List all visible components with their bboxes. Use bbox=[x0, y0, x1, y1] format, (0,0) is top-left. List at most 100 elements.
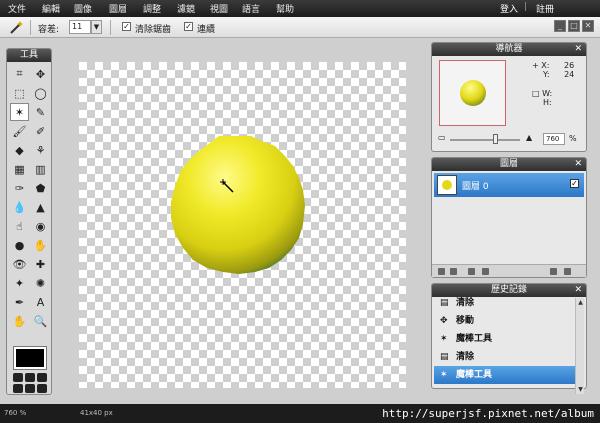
sharpen-icon[interactable]: ▲ bbox=[31, 198, 50, 216]
hand-icon[interactable]: ✋ bbox=[10, 312, 29, 330]
sponge-icon[interactable]: ◉ bbox=[31, 217, 50, 235]
trash-icon[interactable] bbox=[564, 268, 571, 275]
navigator-panel: 導航器 ✕ + X: 26 Y: 24 □ W: H: ▭ ▲ 760 % bbox=[431, 42, 587, 152]
zoom-slider-track[interactable] bbox=[450, 139, 520, 141]
history-item[interactable]: ✶ 魔棒工具 bbox=[434, 330, 575, 348]
crop-icon[interactable]: ⌗ bbox=[10, 65, 29, 83]
status-bar: 760 % 41x40 px http://superjsf.pixnet.ne… bbox=[0, 404, 600, 423]
magic-wand-icon: ✶ bbox=[440, 370, 448, 380]
foreground-color-swatch[interactable] bbox=[13, 346, 47, 370]
zoom-bar: ▭ ▲ 760 % bbox=[438, 133, 580, 147]
menu-layer[interactable]: 圖層 bbox=[109, 2, 127, 15]
maximize-icon[interactable]: □ bbox=[568, 20, 580, 32]
close-icon[interactable]: ✕ bbox=[574, 284, 582, 297]
zoom-slider-thumb[interactable] bbox=[493, 134, 499, 144]
brush-icon[interactable]: 🖌 bbox=[10, 122, 29, 140]
history-item[interactable]: ▤ 清除 bbox=[434, 348, 575, 366]
layers-title: 圖層 ✕ bbox=[432, 158, 586, 171]
close-icon[interactable]: ✕ bbox=[582, 20, 594, 32]
layer-visibility-checkbox[interactable]: ✓ bbox=[570, 179, 579, 188]
layer-row[interactable]: 圖層 0 ✓ bbox=[434, 173, 584, 197]
mode-button[interactable] bbox=[13, 373, 23, 382]
x-label: X: bbox=[541, 61, 550, 70]
menubar: 文件 編輯 圖像 圖層 調整 濾鏡 視圖 語言 幫助 登入 | 註冊 bbox=[0, 0, 600, 17]
eraser-icon[interactable]: ✐ bbox=[31, 122, 50, 140]
menu-adjust[interactable]: 調整 bbox=[143, 2, 161, 15]
mode-button[interactable] bbox=[25, 373, 35, 382]
history-scrollbar[interactable]: ▲ ▼ bbox=[575, 298, 584, 394]
history-item-selected[interactable]: ✶ 魔棒工具 bbox=[434, 366, 575, 384]
menu-language[interactable]: 語言 bbox=[242, 2, 260, 15]
blur-icon[interactable]: 💧 bbox=[10, 198, 29, 216]
mode-button[interactable] bbox=[25, 384, 35, 393]
mode-button[interactable] bbox=[13, 384, 23, 393]
antialias-checkbox[interactable]: ✓ bbox=[122, 22, 131, 31]
pencil-icon[interactable]: ✎ bbox=[31, 103, 50, 121]
chevron-down-icon[interactable]: ▼ bbox=[91, 20, 102, 34]
menu-image[interactable]: 圖像 bbox=[74, 2, 92, 15]
mode-button[interactable] bbox=[37, 373, 47, 382]
menu-view[interactable]: 視圖 bbox=[210, 2, 228, 15]
zoom-icon[interactable]: 🔍 bbox=[31, 312, 50, 330]
burn-icon[interactable]: ✋ bbox=[31, 236, 50, 254]
bucket-icon[interactable]: ◆ bbox=[10, 141, 29, 159]
smudge-icon[interactable]: ☝ bbox=[10, 217, 29, 235]
crosshair-icon: + bbox=[532, 61, 539, 70]
layers-footer bbox=[432, 264, 586, 277]
image-canvas[interactable] bbox=[79, 62, 406, 388]
bloat-icon[interactable]: ✦ bbox=[10, 274, 29, 292]
contiguous-label: 連續 bbox=[197, 25, 216, 35]
history-item[interactable]: ▤ 清除 bbox=[434, 294, 575, 312]
watermark-url: http://superjsf.pixnet.net/album bbox=[382, 407, 594, 420]
scroll-down-icon[interactable]: ▼ bbox=[576, 385, 585, 394]
zoom-input[interactable]: 760 bbox=[543, 133, 565, 145]
layer-mask-icon[interactable] bbox=[468, 268, 475, 275]
gradient-icon[interactable]: ▦ bbox=[10, 160, 29, 178]
minimize-icon[interactable]: _ bbox=[554, 20, 566, 32]
magic-wand-icon[interactable] bbox=[8, 20, 24, 35]
h-label: H: bbox=[543, 98, 552, 107]
login-link[interactable]: 登入 bbox=[500, 2, 518, 15]
menu-edit[interactable]: 編輯 bbox=[42, 2, 60, 15]
close-icon[interactable]: ✕ bbox=[574, 43, 582, 56]
magic-wand-icon[interactable]: ✶ bbox=[10, 103, 29, 121]
layer-effect-icon[interactable] bbox=[450, 268, 457, 275]
contiguous-checkbox[interactable]: ✓ bbox=[184, 22, 193, 31]
marquee-icon[interactable]: ⬚ bbox=[10, 84, 29, 102]
zoom-in-icon[interactable]: ▲ bbox=[526, 133, 532, 142]
mode-button[interactable] bbox=[37, 384, 47, 393]
layer-adjust-icon[interactable] bbox=[482, 268, 489, 275]
spot-heal-icon[interactable]: ✚ bbox=[31, 255, 50, 273]
menu-help[interactable]: 幫助 bbox=[276, 2, 294, 15]
zoom-unit: % bbox=[569, 134, 577, 143]
menu-filter[interactable]: 濾鏡 bbox=[177, 2, 195, 15]
new-layer-icon[interactable] bbox=[550, 268, 557, 275]
stamp-icon[interactable]: ⚘ bbox=[31, 141, 50, 159]
redeye-icon[interactable]: 👁 bbox=[10, 255, 29, 273]
history-item[interactable]: ✥ 移動 bbox=[434, 312, 575, 330]
navigator-thumbnail[interactable] bbox=[439, 60, 506, 126]
status-zoom: 760 % bbox=[4, 409, 27, 417]
type-icon[interactable]: A bbox=[31, 293, 50, 311]
zoom-out-icon[interactable]: ▭ bbox=[438, 133, 446, 142]
color-picker-icon[interactable]: ✒ bbox=[10, 293, 29, 311]
tools-title: 工具 bbox=[7, 49, 51, 62]
history-panel: 歷史記錄 ✕ ▤ 清除 ✥ 移動 ✶ 魔棒工具 ▤ 清除 ✶ 魔棒工具 ▲ ▼ bbox=[431, 283, 587, 394]
scroll-up-icon[interactable]: ▲ bbox=[576, 298, 585, 307]
dodge-icon[interactable]: ● bbox=[10, 236, 29, 254]
menu-file[interactable]: 文件 bbox=[8, 2, 26, 15]
register-link[interactable]: 註冊 bbox=[536, 2, 554, 15]
shapes-icon[interactable]: ⬟ bbox=[31, 179, 50, 197]
replace-color-icon[interactable]: ▥ bbox=[31, 160, 50, 178]
lasso-icon[interactable]: ◯ bbox=[31, 84, 50, 102]
picker-icon[interactable]: ✑ bbox=[10, 179, 29, 197]
close-icon[interactable]: ✕ bbox=[574, 158, 582, 171]
coords-readout: + X: 26 Y: 24 □ W: H: bbox=[532, 61, 574, 107]
y-value: 24 bbox=[564, 70, 575, 79]
pinch-icon[interactable]: ✺ bbox=[31, 274, 50, 292]
tolerance-input[interactable]: 11 bbox=[69, 20, 91, 34]
document-icon: ▤ bbox=[440, 352, 449, 362]
separator bbox=[30, 20, 31, 35]
move-icon[interactable]: ✥ bbox=[31, 65, 50, 83]
layer-style-icon[interactable] bbox=[438, 268, 445, 275]
